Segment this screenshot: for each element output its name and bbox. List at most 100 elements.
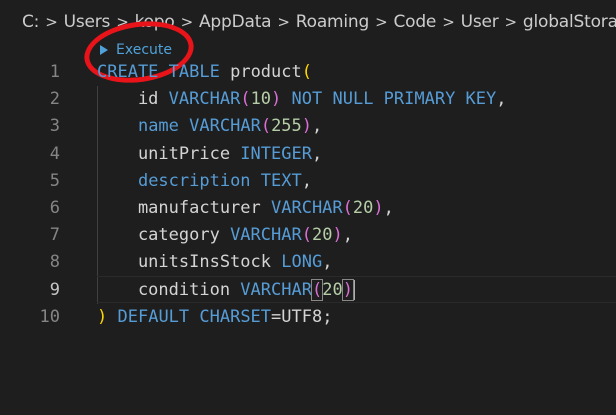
- code-token: (: [240, 89, 251, 110]
- code-token: VARCHAR: [240, 279, 312, 300]
- line-number: 9: [49, 279, 60, 300]
- breadcrumb-item[interactable]: C:: [22, 12, 39, 32]
- code-token: (: [260, 116, 272, 137]
- code-token: ,: [342, 225, 353, 246]
- code-token: ,: [322, 252, 333, 273]
- code-line[interactable]: 1 CREATE TABLE product(: [0, 59, 616, 86]
- code-text: name VARCHAR(255),: [97, 113, 322, 140]
- code-token: ,: [312, 116, 323, 137]
- code-token: unitPrice: [97, 143, 241, 164]
- code-token: DEFAULT CHARSET: [117, 306, 272, 327]
- code-token: (: [301, 62, 312, 82]
- code-token: 10: [250, 89, 272, 110]
- chevron-right-icon: >: [45, 13, 58, 31]
- code-text: ) DEFAULT CHARSET=UTF8;: [97, 304, 332, 331]
- code-token: 20: [322, 279, 343, 300]
- line-number: 10: [39, 306, 60, 327]
- code-text: CREATE TABLE product(: [97, 59, 312, 86]
- code-line[interactable]: 6 manufacturer VARCHAR(20),: [0, 195, 616, 222]
- code-token: ,: [301, 170, 312, 191]
- chevron-right-icon: >: [116, 13, 129, 31]
- code-token: NOT NULL PRIMARY KEY: [291, 89, 497, 110]
- line-number: 3: [49, 116, 60, 137]
- code-line[interactable]: 8 unitsInsStock LONG,: [0, 249, 616, 276]
- execute-codelens-button[interactable]: Execute: [100, 40, 172, 60]
- code-token: ): [97, 306, 108, 327]
- code-token: id: [97, 89, 169, 110]
- breadcrumb-item[interactable]: kopo: [135, 12, 175, 32]
- code-line[interactable]: 9 condition VARCHAR(20): [0, 277, 616, 304]
- line-number: 5: [49, 170, 60, 191]
- chevron-right-icon: >: [375, 13, 388, 31]
- code-text: unitPrice INTEGER,: [97, 141, 322, 168]
- code-token: manufacturer: [97, 197, 271, 218]
- line-number: 2: [49, 89, 60, 110]
- code-token: ): [332, 225, 343, 246]
- code-line[interactable]: 4 unitPrice INTEGER,: [0, 141, 616, 168]
- line-number: 8: [49, 252, 60, 273]
- code-token: category: [97, 225, 231, 246]
- code-token: description: [137, 170, 251, 191]
- code-token: VARCHAR: [271, 197, 343, 218]
- code-token: ,: [311, 143, 323, 164]
- code-token: product: [219, 62, 302, 82]
- execute-label: Execute: [116, 42, 172, 58]
- code-text: description TEXT,: [97, 168, 312, 195]
- line-number: 7: [49, 225, 60, 246]
- breadcrumb-item[interactable]: Roaming: [296, 12, 370, 32]
- code-token: TEXT: [260, 170, 302, 191]
- code-line[interactable]: 2 id VARCHAR(10) NOT NULL PRIMARY KEY,: [0, 86, 616, 113]
- code-token: INTEGER: [240, 143, 312, 164]
- code-lines[interactable]: 1 CREATE TABLE product(2 id VARCHAR(10) N…: [0, 59, 616, 331]
- code-token: LONG: [281, 252, 323, 273]
- code-line[interactable]: 5 description TEXT,: [0, 168, 616, 195]
- code-token: ): [373, 197, 384, 218]
- chevron-right-icon: >: [277, 13, 290, 31]
- chevron-right-icon: >: [504, 13, 518, 31]
- code-token: unitsInsStock: [97, 252, 282, 273]
- breadcrumb-item[interactable]: User: [461, 12, 499, 32]
- code-token: TABLE: [168, 62, 220, 82]
- breadcrumb-item[interactable]: globalStorage: [523, 12, 616, 32]
- code-token: VARCHAR: [189, 116, 261, 137]
- code-line[interactable]: 7 category VARCHAR(20),: [0, 222, 616, 249]
- breadcrumb-item[interactable]: Code: [393, 12, 436, 32]
- breadcrumb-item[interactable]: Users: [64, 12, 111, 32]
- code-token: (: [342, 197, 353, 218]
- code-token: name: [137, 116, 179, 137]
- chevron-right-icon: >: [442, 13, 455, 31]
- code-token: 20: [352, 197, 374, 218]
- breadcrumb: C: > Users > kopo > AppData > Roaming > Code > User >…: [22, 10, 616, 34]
- code-token: (: [301, 225, 312, 246]
- code-token: 20: [311, 225, 333, 246]
- code-line[interactable]: 3 name VARCHAR(255),: [0, 113, 616, 140]
- code-token: ): [271, 89, 282, 110]
- breadcrumb-item[interactable]: AppData: [199, 12, 272, 32]
- code-token: ,: [496, 89, 507, 110]
- code-token: VARCHAR: [168, 89, 241, 110]
- code-text: manufacturer VARCHAR(20),: [97, 195, 394, 222]
- code-token: condition: [97, 279, 241, 300]
- code-text: category VARCHAR(20),: [97, 222, 353, 249]
- code-text: condition VARCHAR(20): [97, 277, 355, 304]
- code-text: id VARCHAR(10) NOT NULL PRIMARY KEY,: [97, 86, 507, 113]
- code-line[interactable]: 10) DEFAULT CHARSET=UTF8;: [0, 304, 616, 331]
- code-token: 255: [271, 116, 302, 137]
- code-token: (: [310, 278, 324, 301]
- code-token: =UTF8;: [271, 306, 333, 327]
- line-number: 6: [49, 197, 60, 218]
- text-cursor: [352, 279, 355, 300]
- line-number: 1: [49, 62, 60, 82]
- code-token: ,: [383, 197, 394, 218]
- chevron-right-icon: >: [180, 13, 194, 31]
- code-token: ): [301, 116, 313, 137]
- code-text: unitsInsStock LONG,: [97, 249, 333, 276]
- code-editor[interactable]: C: > Users > kopo > AppData > Roaming > Code > User >…: [0, 0, 616, 415]
- line-number: 4: [49, 143, 60, 164]
